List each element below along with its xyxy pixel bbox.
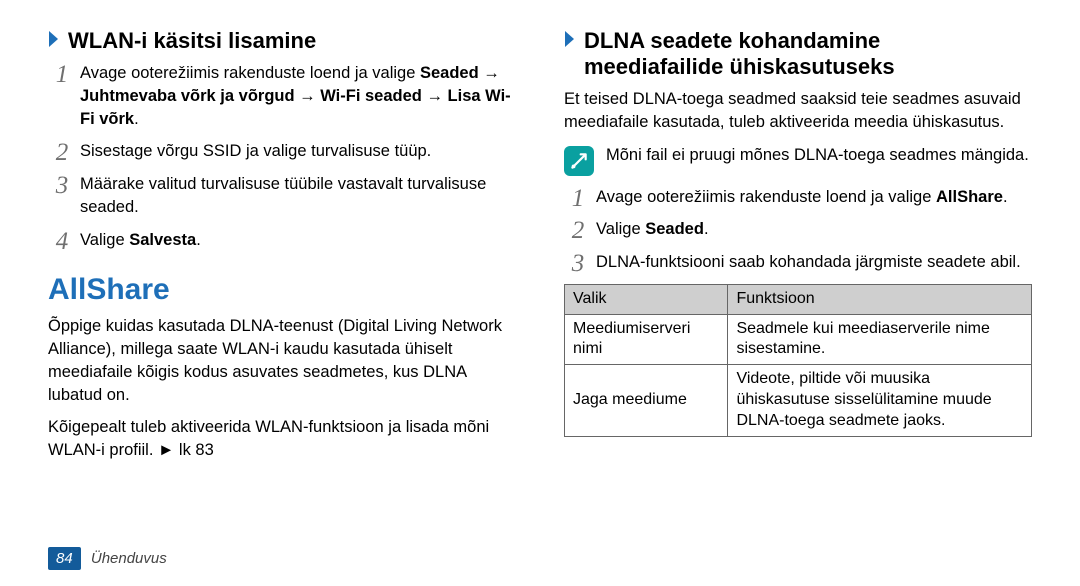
chevron-icon: [564, 28, 578, 50]
heading-wlan-manual: WLAN-i käsitsi lisamine: [48, 28, 516, 54]
th-option: Valik: [565, 284, 728, 314]
options-table: Valik Funktsioon Meediumiserveri nimi Se…: [564, 284, 1032, 437]
heading-text: WLAN-i käsitsi lisamine: [68, 28, 316, 54]
table-header-row: Valik Funktsioon: [565, 284, 1032, 314]
th-function: Funktsioon: [728, 284, 1032, 314]
cell-option: Jaga meediume: [565, 365, 728, 436]
step-text: DLNA-funktsiooni saab kohandada järgmist…: [596, 253, 1021, 271]
table-row: Jaga meediume Videote, piltide või muusi…: [565, 365, 1032, 436]
step-2: 2 Sisestage võrgu SSID ja valige turvali…: [48, 140, 516, 163]
table-row: Meediumiserveri nimi Seadmele kui meedia…: [565, 314, 1032, 365]
step-1: 1 Avage ooterežiimis rakenduste loend ja…: [564, 186, 1032, 209]
page-footer: 84 Ühenduvus: [48, 547, 167, 570]
note-text: Mõni fail ei pruugi mõnes DLNA-toega sea…: [606, 144, 1029, 167]
step-number: 1: [566, 182, 590, 217]
allshare-prereq: Kõigepealt tuleb aktiveerida WLAN-funkts…: [48, 416, 516, 462]
heading-text: DLNA seadete kohandamine meediafailide ü…: [584, 28, 895, 80]
note-icon: [564, 146, 594, 176]
dlna-intro: Et teised DLNA-toega seadmed saaksid tei…: [564, 88, 1032, 134]
note-row: Mõni fail ei pruugi mõnes DLNA-toega sea…: [564, 144, 1032, 176]
steps-right: 1 Avage ooterežiimis rakenduste loend ja…: [564, 186, 1032, 274]
heading-dlna-settings: DLNA seadete kohandamine meediafailide ü…: [564, 28, 1032, 80]
step-number: 4: [50, 225, 74, 260]
step-text: Valige Salvesta.: [80, 231, 201, 249]
step-number: 2: [50, 136, 74, 171]
two-column-layout: WLAN-i käsitsi lisamine 1 Avage ootereži…: [48, 28, 1032, 472]
section-title-allshare: AllShare: [48, 273, 516, 307]
page-number: 84: [48, 547, 81, 570]
step-number: 2: [566, 214, 590, 249]
step-3: 3 DLNA-funktsiooni saab kohandada järgmi…: [564, 251, 1032, 274]
footer-section: Ühenduvus: [91, 550, 167, 567]
step-text: Avage ooterežiimis rakenduste loend ja v…: [80, 64, 511, 128]
step-number: 3: [566, 247, 590, 282]
step-3: 3 Määrake valitud turvalisuse tüübile va…: [48, 173, 516, 219]
chevron-icon: [48, 28, 62, 50]
cell-option: Meediumiserveri nimi: [565, 314, 728, 365]
allshare-intro: Õppige kuidas kasutada DLNA-teenust (Dig…: [48, 315, 516, 406]
step-4: 4 Valige Salvesta.: [48, 229, 516, 252]
step-text: Sisestage võrgu SSID ja valige turvalisu…: [80, 142, 431, 160]
right-column: DLNA seadete kohandamine meediafailide ü…: [564, 28, 1032, 472]
left-column: WLAN-i käsitsi lisamine 1 Avage ootereži…: [48, 28, 516, 472]
step-text: Avage ooterežiimis rakenduste loend ja v…: [596, 188, 1008, 206]
steps-left: 1 Avage ooterežiimis rakenduste loend ja…: [48, 62, 516, 251]
step-1: 1 Avage ooterežiimis rakenduste loend ja…: [48, 62, 516, 130]
step-number: 3: [50, 169, 74, 204]
step-number: 1: [50, 58, 74, 93]
step-text: Määrake valitud turvalisuse tüübile vast…: [80, 175, 486, 216]
cell-function: Seadmele kui meediaserverile nime sisest…: [728, 314, 1032, 365]
step-text: Valige Seaded.: [596, 220, 709, 238]
step-2: 2 Valige Seaded.: [564, 218, 1032, 241]
cell-function: Videote, piltide või muusika ühiskasutus…: [728, 365, 1032, 436]
